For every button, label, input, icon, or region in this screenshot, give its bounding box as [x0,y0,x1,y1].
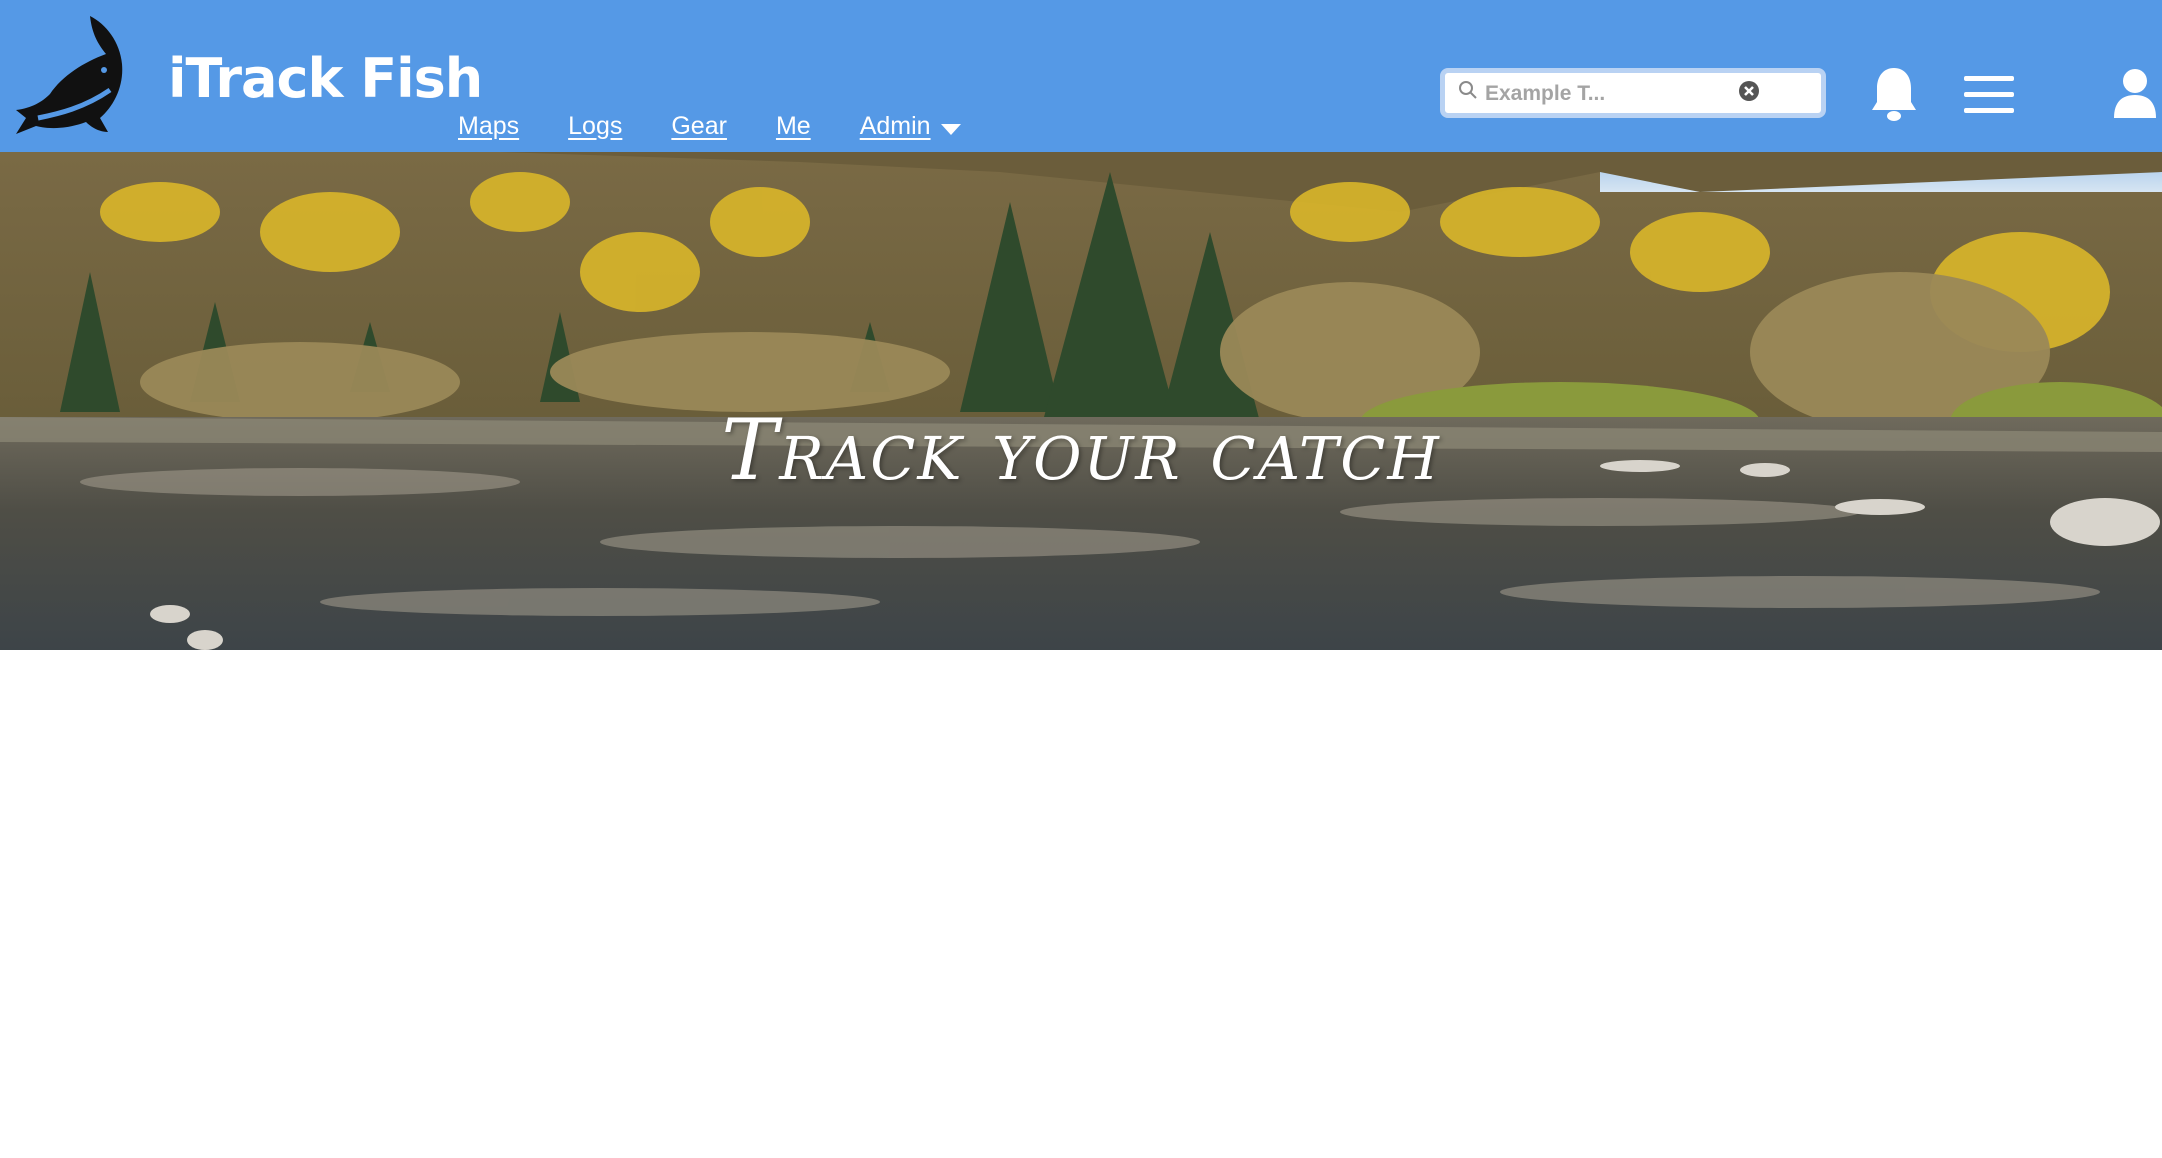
nav-link-logs[interactable]: Logs [568,112,622,141]
header-bar: iTrack Fish Maps Logs Gear Me Admin [0,0,2162,152]
nav-link-me[interactable]: Me [776,112,811,141]
main-nav: Maps Logs Gear Me Admin [458,108,961,144]
clear-icon[interactable] [1737,79,1761,103]
page: iTrack Fish Maps Logs Gear Me Admin Exam… [0,0,2162,1158]
nav-link-admin[interactable]: Admin [860,112,931,141]
search-icon [1459,81,1477,99]
hamburger-menu-icon[interactable] [1964,76,2014,114]
search-input[interactable] [1483,76,1747,112]
hero-tagline: Track your catch [721,401,1441,499]
nav-link-gear[interactable]: Gear [671,112,727,141]
chevron-down-icon[interactable] [940,123,961,135]
hero-banner: Track your catch [0,152,2162,650]
search-box[interactable] [1440,68,1826,118]
nav-admin-dropdown[interactable]: Admin [860,112,961,141]
app-title[interactable]: iTrack Fish [168,44,483,114]
main-content [0,650,2162,1158]
nav-link-maps[interactable]: Maps [458,112,519,141]
user-icon[interactable] [2112,68,2158,120]
bell-icon[interactable] [1870,66,1918,122]
fish-logo-icon[interactable] [14,14,144,140]
